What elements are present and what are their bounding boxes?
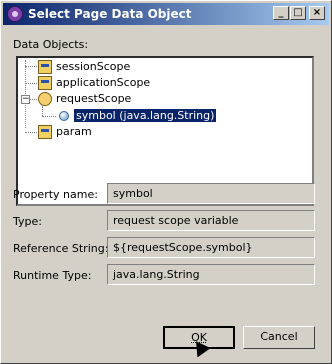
maximize-button[interactable]: □	[290, 6, 306, 20]
tree-node-label: symbol (java.lang.String)	[74, 109, 217, 122]
scope-icon	[38, 125, 52, 139]
tree-guide-line	[25, 66, 37, 67]
cancel-button[interactable]: Cancel	[243, 326, 315, 349]
dialog-app-icon	[7, 6, 23, 22]
type-label: Type:	[13, 215, 42, 228]
tree-guide-line	[25, 83, 37, 84]
tree-node-param[interactable]: param	[38, 124, 92, 140]
tree-node-label: requestScope	[56, 92, 132, 105]
person-icon	[38, 92, 52, 106]
close-button[interactable]: ×	[309, 6, 325, 20]
runtime-type-label: Runtime Type:	[13, 269, 92, 282]
tree-node-symbol[interactable]: symbol (java.lang.String)	[58, 108, 217, 124]
select-page-data-object-dialog: Select Page Data Object _ □ × Data Objec…	[0, 0, 332, 364]
tree-node-applicationscope[interactable]: applicationScope	[38, 75, 150, 91]
ball-icon	[59, 111, 69, 121]
runtime-type-field: java.lang.String	[107, 264, 315, 285]
reference-string-field: ${requestScope.symbol}	[107, 237, 315, 258]
tree-guide-line	[42, 106, 43, 116]
tree-node-label: applicationScope	[56, 76, 151, 89]
dialog-title: Select Page Data Object	[28, 7, 192, 21]
tree-node-sessionscope[interactable]: sessionScope	[38, 59, 130, 75]
data-objects-label: Data Objects:	[13, 38, 89, 51]
minimize-button[interactable]: _	[273, 6, 289, 20]
type-field: request scope variable	[107, 210, 315, 231]
tree-node-label: param	[56, 125, 92, 138]
tree-node-label: sessionScope	[56, 60, 131, 73]
scope-icon	[38, 76, 52, 90]
scope-icon	[38, 60, 52, 74]
reference-string-label: Reference String:	[13, 242, 109, 255]
tree-guide-line	[30, 99, 37, 100]
tree-node-requestscope[interactable]: requestScope	[38, 91, 131, 107]
tree-guide-line	[25, 132, 37, 133]
collapse-requestscope-toggle[interactable]: −	[21, 95, 30, 104]
property-name-label: Property name:	[13, 188, 98, 201]
tree-guide-line	[42, 116, 56, 117]
property-name-field: symbol	[107, 183, 315, 204]
title-bar[interactable]: Select Page Data Object _ □ ×	[3, 3, 329, 25]
